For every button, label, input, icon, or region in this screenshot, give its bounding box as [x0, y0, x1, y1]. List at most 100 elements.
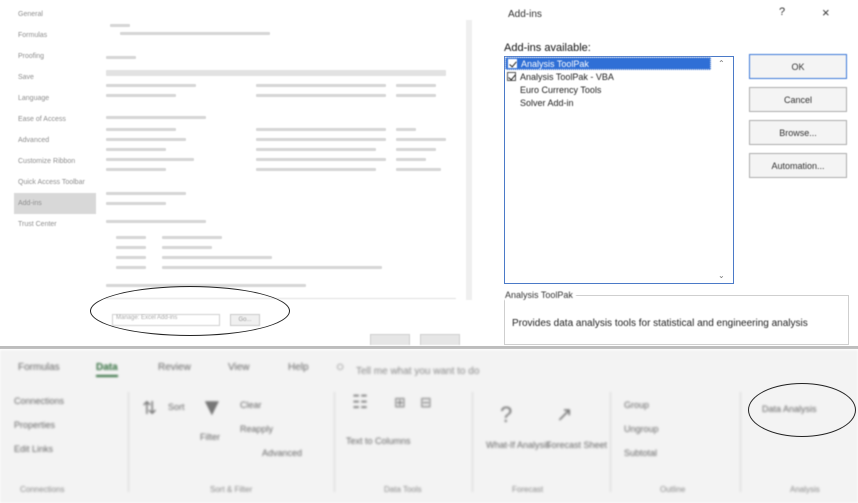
list-item-label: Solver Add-in — [520, 97, 574, 108]
options-icon-line — [110, 24, 130, 27]
options-scrollbar[interactable] — [466, 20, 472, 300]
options-row-line — [256, 94, 386, 97]
nav-item-proofing[interactable]: Proofing — [14, 46, 96, 67]
options-row-line — [256, 158, 386, 161]
what-if-icon[interactable]: ? — [500, 402, 512, 428]
options-row-line — [162, 246, 212, 249]
options-row-line — [256, 84, 386, 87]
nav-item-add-ins[interactable]: Add-ins — [14, 193, 96, 214]
checkbox-analysis-toolpak-vba[interactable] — [507, 72, 516, 81]
options-row-line — [162, 236, 222, 239]
sort-button[interactable]: Sort — [168, 402, 185, 412]
options-section-line — [106, 116, 206, 119]
nav-item-ease-of-access[interactable]: Ease of Access — [14, 109, 96, 130]
nav-item-general[interactable]: General — [14, 4, 96, 25]
options-row-line — [106, 158, 194, 161]
checkbox-analysis-toolpak[interactable] — [508, 59, 517, 68]
options-row-line — [116, 246, 146, 249]
options-row-line — [106, 202, 166, 205]
chevron-up-icon[interactable]: ⌃ — [718, 59, 725, 68]
what-if-analysis-button[interactable]: What-If Analysis — [486, 440, 551, 450]
group-separator — [128, 392, 129, 492]
options-ok-button[interactable] — [370, 334, 410, 345]
options-section-line — [106, 220, 206, 223]
dialog-title: Add-ins — [508, 9, 542, 20]
nav-item-quick-access[interactable]: Quick Access Toolbar — [14, 172, 96, 193]
sort-icon[interactable]: ⇅ — [142, 398, 157, 419]
options-row-line — [396, 168, 441, 171]
options-row-line — [396, 138, 446, 141]
nav-item-customize-ribbon[interactable]: Customize Ribbon — [14, 151, 96, 172]
nav-item-save[interactable]: Save — [14, 67, 96, 88]
list-item-euro-currency-tools[interactable]: Euro Currency Tools — [505, 83, 733, 96]
add-ins-list[interactable]: Analysis ToolPak Analysis ToolPak - VBA … — [504, 56, 734, 284]
advanced-button[interactable]: Advanced — [262, 448, 302, 458]
help-icon[interactable]: ? — [779, 6, 785, 18]
options-row-line — [106, 94, 176, 97]
description-text: Provides data analysis tools for statist… — [512, 318, 808, 329]
cancel-button[interactable]: Cancel — [749, 87, 847, 112]
section-divider — [0, 346, 858, 349]
options-section-line — [106, 56, 136, 59]
automation-button[interactable]: Automation... — [749, 153, 847, 178]
highlight-ellipse-data-analysis — [748, 383, 856, 437]
options-row-line — [162, 266, 382, 269]
edit-links-button[interactable]: Edit Links — [14, 444, 53, 454]
flash-fill-icon[interactable]: ⊞ — [394, 394, 406, 411]
options-row-line — [256, 138, 386, 141]
nav-item-formulas[interactable]: Formulas — [14, 25, 96, 46]
group-button[interactable]: Group — [624, 400, 649, 410]
options-table-header — [106, 70, 446, 76]
description-title: Analysis ToolPak — [502, 290, 576, 300]
options-row-line — [396, 148, 436, 151]
group-label-outline: Outline — [660, 485, 686, 494]
tab-formulas[interactable]: Formulas — [18, 362, 60, 373]
group-separator — [610, 392, 611, 492]
tell-me-search[interactable]: Tell me what you want to do — [356, 366, 479, 377]
tab-help[interactable]: Help — [288, 362, 309, 373]
options-section-line — [106, 192, 186, 195]
tab-data[interactable]: Data — [96, 362, 118, 377]
text-to-columns-button[interactable]: Text to Columns — [346, 436, 411, 446]
nav-item-trust-center[interactable]: Trust Center — [14, 214, 96, 235]
options-row-line — [116, 266, 146, 269]
options-row-line — [396, 94, 436, 97]
chevron-down-icon[interactable]: ⌄ — [718, 271, 725, 280]
list-item-analysis-toolpak[interactable]: Analysis ToolPak — [505, 57, 711, 70]
tab-review[interactable]: Review — [158, 362, 191, 373]
ungroup-button[interactable]: Ungroup — [624, 424, 659, 434]
subtotal-button[interactable]: Subtotal — [624, 448, 657, 458]
nav-item-language[interactable]: Language — [14, 88, 96, 109]
connections-button[interactable]: Connections — [14, 396, 64, 406]
list-item-analysis-toolpak-vba[interactable]: Analysis ToolPak - VBA — [505, 70, 733, 83]
options-heading-line — [120, 32, 270, 35]
filter-button[interactable]: Filter — [200, 432, 220, 442]
options-row-line — [106, 84, 196, 87]
options-row-line — [116, 236, 146, 239]
properties-button[interactable]: Properties — [14, 420, 55, 430]
list-item-label: Analysis ToolPak — [521, 58, 589, 69]
group-separator — [472, 392, 473, 492]
remove-duplicates-icon[interactable]: ⊟ — [420, 394, 432, 411]
options-row-line — [396, 158, 426, 161]
tab-view[interactable]: View — [228, 362, 250, 373]
options-row-line — [256, 148, 376, 151]
group-label-analysis: Analysis — [790, 485, 820, 494]
forecast-chart-icon[interactable]: ↗ — [556, 402, 573, 427]
forecast-sheet-button[interactable]: Forecast Sheet — [546, 440, 607, 450]
filter-icon[interactable]: ▼ — [200, 394, 224, 422]
close-icon[interactable]: × — [822, 5, 830, 20]
ribbon-body: Connections Properties Edit Links Connec… — [0, 384, 858, 502]
text-to-columns-icon[interactable]: ☷ — [352, 392, 368, 413]
add-ins-dialog: Add-ins ? × Add-ins available: Analysis … — [492, 0, 858, 345]
clear-button[interactable]: Clear — [240, 400, 262, 410]
options-row-line — [106, 138, 186, 141]
nav-item-advanced[interactable]: Advanced — [14, 130, 96, 151]
browse-button[interactable]: Browse... — [749, 120, 847, 145]
options-row-line — [256, 168, 376, 171]
options-row-line — [116, 256, 146, 259]
list-item-solver-add-in[interactable]: Solver Add-in — [505, 96, 733, 109]
reapply-button[interactable]: Reapply — [240, 424, 273, 434]
options-cancel-button[interactable] — [420, 334, 460, 345]
ok-button[interactable]: OK — [749, 54, 847, 79]
